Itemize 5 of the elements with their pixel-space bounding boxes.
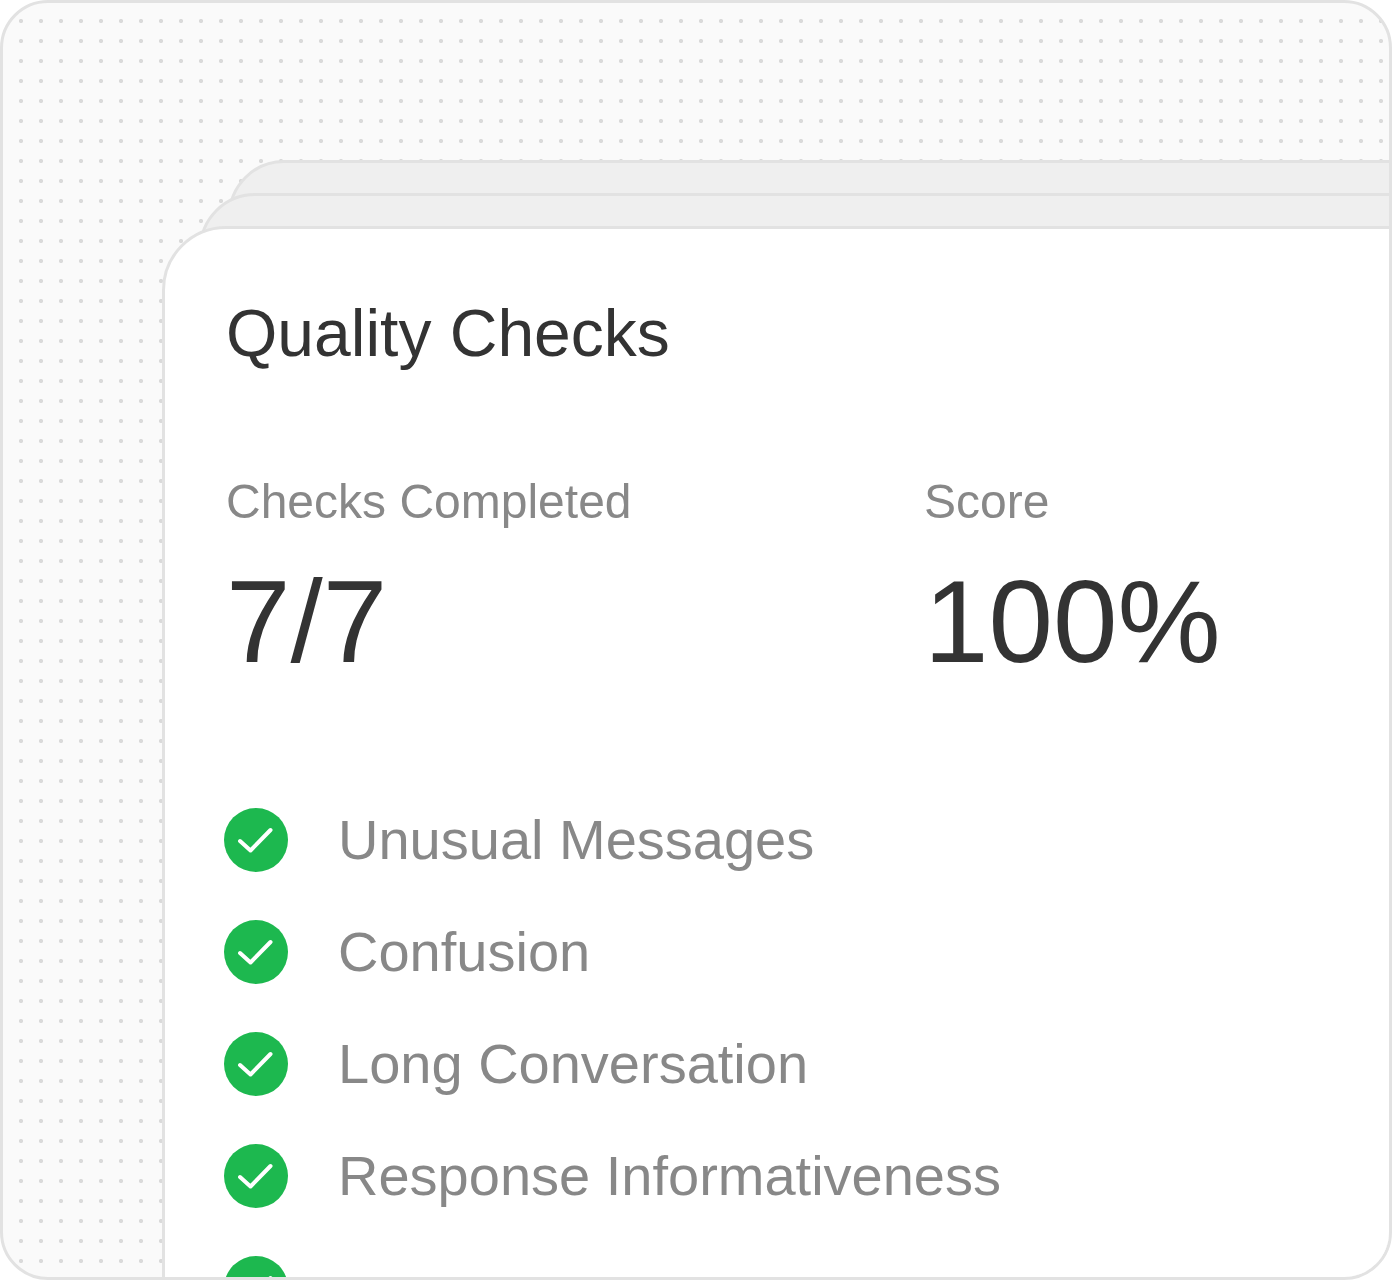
stat-label: Score [924,478,1050,526]
stat-value: 100% [924,564,1221,680]
check-label: Confusion [338,924,591,980]
stat-value: 7/7 [226,564,388,680]
stat-label: Checks Completed [226,478,632,526]
